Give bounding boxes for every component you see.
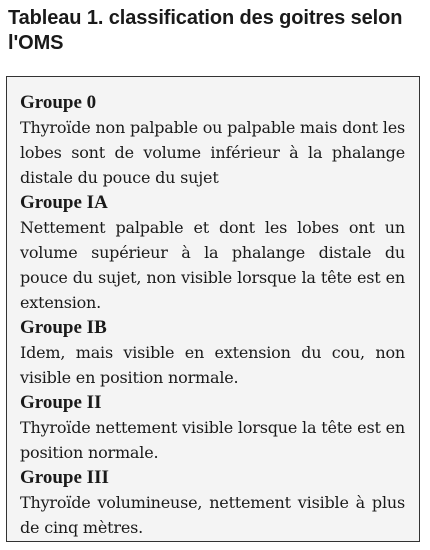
group-0: Groupe 0 Thyroïde non palpable ou palpab…: [20, 91, 405, 190]
group-description: Nettement palpable et dont les lobes ont…: [20, 218, 405, 312]
group-title: Groupe III: [20, 467, 109, 488]
classification-box: Groupe 0 Thyroïde non palpable ou palpab…: [6, 76, 420, 542]
group-ii: Groupe II Thyroïde nettement visible lor…: [20, 391, 405, 465]
group-description: Thyroïde nettement visible lorsque la tê…: [20, 418, 405, 462]
group-description: Idem, mais visible en extension du cou, …: [20, 343, 405, 387]
table-title: Tableau 1. classification des goitres se…: [8, 7, 403, 54]
group-title: Groupe II: [20, 392, 102, 413]
group-description: Thyroïde non palpable ou palpable mais d…: [20, 118, 405, 187]
group-ib: Groupe IB Idem, mais visible en extensio…: [20, 316, 405, 390]
group-title: Groupe IA: [20, 192, 108, 213]
group-description: Thyroïde volumineuse, nettement visible …: [20, 493, 405, 537]
group-title: Groupe 0: [20, 92, 97, 113]
group-title: Groupe IB: [20, 317, 107, 338]
group-ia: Groupe IA Nettement palpable et dont les…: [20, 191, 405, 315]
group-iii: Groupe III Thyroïde volumineuse, netteme…: [20, 466, 405, 540]
